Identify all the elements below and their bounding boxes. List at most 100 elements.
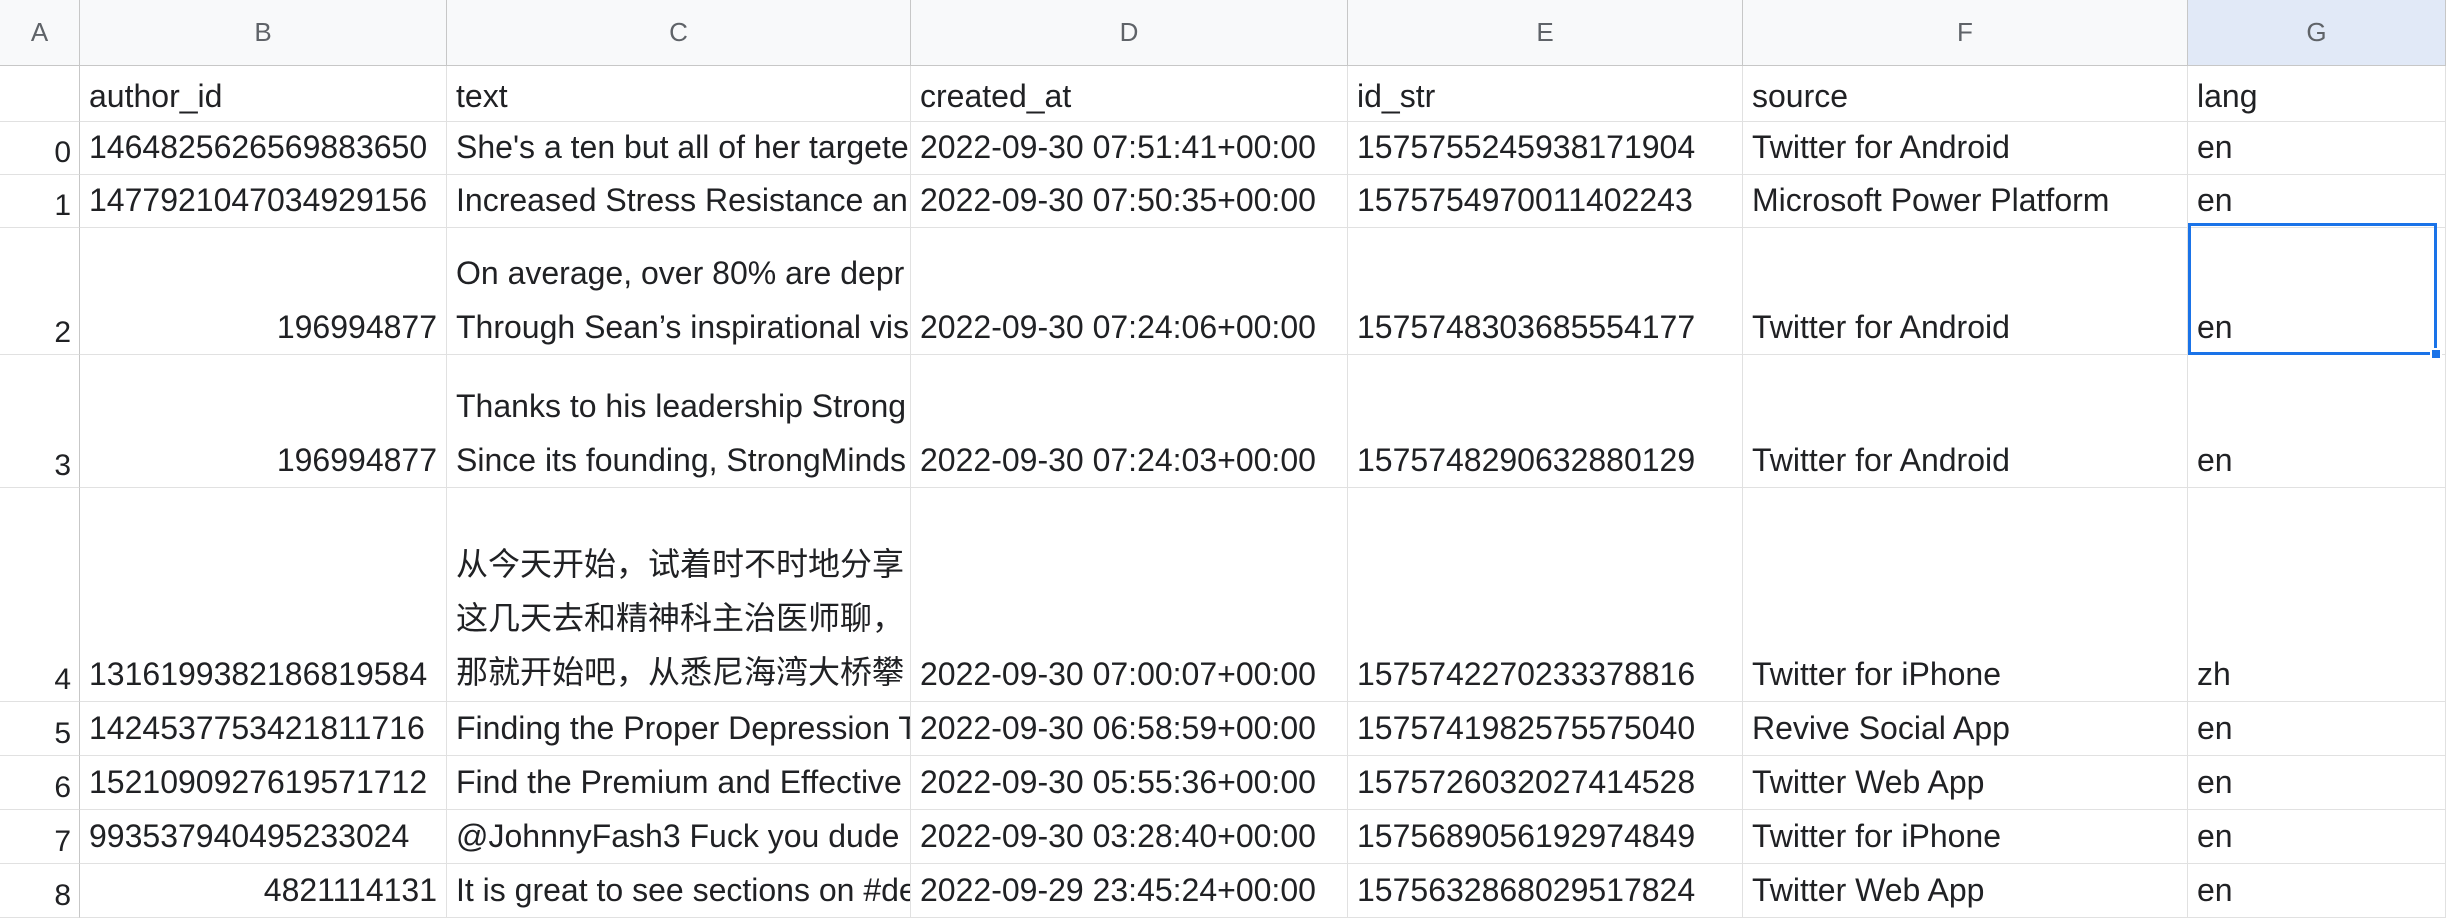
column-name-text: created_at: [920, 78, 1072, 114]
text-line: Through Sean’s inspirational vis: [456, 309, 909, 345]
cell-lang[interactable]: en: [2188, 355, 2446, 488]
cell-created-at[interactable]: 2022-09-29 23:45:24+00:00: [911, 864, 1348, 918]
column-name-text: id_str: [1357, 78, 1436, 114]
cell-author-id[interactable]: 1464825626569883650: [80, 122, 447, 175]
cell-id-str[interactable]: 1575755245938171904: [1348, 122, 1743, 175]
cell-source[interactable]: Twitter for Android: [1743, 355, 2188, 488]
cell-author-id[interactable]: 1424537753421811716: [80, 702, 447, 756]
column-name-created-at[interactable]: created_at: [911, 66, 1348, 122]
cell-value: en: [2197, 129, 2233, 165]
cell-value: Twitter for iPhone: [1752, 818, 2001, 854]
row-header[interactable]: 5: [0, 702, 80, 756]
text-line: @JohnnyFash3 Fuck you dude: [456, 818, 900, 854]
column-header-e[interactable]: E: [1348, 0, 1743, 66]
cell-author-id[interactable]: 196994877: [80, 355, 447, 488]
cell-lang[interactable]: zh: [2188, 488, 2446, 702]
cell-value: 1575726032027414528: [1357, 764, 1696, 800]
cell-lang[interactable]: en: [2188, 810, 2446, 864]
cell-source[interactable]: Twitter Web App: [1743, 756, 2188, 810]
cell-lang[interactable]: en: [2188, 756, 2446, 810]
cell-text[interactable]: Increased Stress Resistance an: [447, 175, 911, 228]
row-header[interactable]: 2: [0, 228, 80, 355]
cell-value: 1575748290632880129: [1357, 442, 1696, 478]
column-name-author-id[interactable]: author_id: [80, 66, 447, 122]
fill-handle[interactable]: [2430, 348, 2442, 360]
row-header[interactable]: 7: [0, 810, 80, 864]
cell-id-str[interactable]: 1575632868029517824: [1348, 864, 1743, 918]
cell-source[interactable]: Twitter for Android: [1743, 122, 2188, 175]
cell-value: 1575754970011402243: [1357, 182, 1693, 218]
cell-value: 2022-09-30 03:28:40+00:00: [920, 818, 1316, 854]
cell-author-id[interactable]: 1521090927619571712: [80, 756, 447, 810]
row-header[interactable]: 0: [0, 122, 80, 175]
row-header[interactable]: 1: [0, 175, 80, 228]
cell-id-str[interactable]: 1575689056192974849: [1348, 810, 1743, 864]
cell-created-at[interactable]: 2022-09-30 07:24:03+00:00: [911, 355, 1348, 488]
cell-text[interactable]: She's a ten but all of her targete: [447, 122, 911, 175]
column-header-f[interactable]: F: [1743, 0, 2188, 66]
cell-source[interactable]: Twitter for iPhone: [1743, 810, 2188, 864]
cell-author-id[interactable]: 4821114131: [80, 864, 447, 918]
cell-created-at[interactable]: 2022-09-30 03:28:40+00:00: [911, 810, 1348, 864]
cell-author-id[interactable]: 1316199382186819584: [80, 488, 447, 702]
cell-id-str[interactable]: 1575726032027414528: [1348, 756, 1743, 810]
cell-text[interactable]: Thanks to his leadership Strong Since its…: [447, 355, 911, 488]
cell-value: Twitter for Android: [1752, 129, 2010, 165]
cell-author-id[interactable]: 1477921047034929156: [80, 175, 447, 228]
text-line: Since its founding, StrongMinds: [456, 442, 907, 478]
cell-id-str[interactable]: 1575742270233378816: [1348, 488, 1743, 702]
cell-created-at[interactable]: 2022-09-30 07:00:07+00:00: [911, 488, 1348, 702]
cell-id-str[interactable]: 1575754970011402243: [1348, 175, 1743, 228]
column-header-b[interactable]: B: [80, 0, 447, 66]
column-header-c[interactable]: C: [447, 0, 911, 66]
column-name-source[interactable]: source: [1743, 66, 2188, 122]
cell-value: 1575741982575575040: [1357, 710, 1696, 746]
cell-created-at[interactable]: 2022-09-30 05:55:36+00:00: [911, 756, 1348, 810]
cell-lang[interactable]: en: [2188, 702, 2446, 756]
cell-created-at[interactable]: 2022-09-30 06:58:59+00:00: [911, 702, 1348, 756]
cell-author-id[interactable]: 993537940495233024: [80, 810, 447, 864]
cell-id-str[interactable]: 1575748303685554177: [1348, 228, 1743, 355]
cell-value: 2022-09-30 07:24:06+00:00: [920, 309, 1316, 345]
cell-lang[interactable]: en: [2188, 228, 2446, 355]
row-header[interactable]: 6: [0, 756, 80, 810]
cell-id-str[interactable]: 1575748290632880129: [1348, 355, 1743, 488]
cell-text[interactable]: On average, over 80% are depr Through Sea…: [447, 228, 911, 355]
cell-author-id[interactable]: 196994877: [80, 228, 447, 355]
cell-text[interactable]: Find the Premium and Effective: [447, 756, 911, 810]
cell-value: 1575742270233378816: [1357, 656, 1696, 692]
column-name-id-str[interactable]: id_str: [1348, 66, 1743, 122]
cell-value: 1424537753421811716: [89, 710, 425, 746]
cell-text[interactable]: It is great to see sections on #de: [447, 864, 911, 918]
row-header[interactable]: 3: [0, 355, 80, 488]
cell-source[interactable]: Revive Social App: [1743, 702, 2188, 756]
cell-source[interactable]: Twitter for iPhone: [1743, 488, 2188, 702]
text-line: Increased Stress Resistance an: [456, 182, 908, 218]
row-header[interactable]: 4: [0, 488, 80, 702]
cell-value: zh: [2197, 656, 2231, 692]
cell-text[interactable]: Finding the Proper Depression T: [447, 702, 911, 756]
text-line: Finding the Proper Depression T: [456, 710, 911, 746]
cell-created-at[interactable]: 2022-09-30 07:50:35+00:00: [911, 175, 1348, 228]
cell-created-at[interactable]: 2022-09-30 07:51:41+00:00: [911, 122, 1348, 175]
cell-lang[interactable]: en: [2188, 122, 2446, 175]
row-header-blank[interactable]: [0, 66, 80, 122]
column-name-text: text: [456, 78, 508, 114]
cell-text[interactable]: 从今天开始，试着时不时地分享 这几天去和精神科主治医师聊， 那就开始吧，从悉尼海湾大…: [447, 488, 911, 702]
cell-source[interactable]: Twitter Web App: [1743, 864, 2188, 918]
row-header[interactable]: 8: [0, 864, 80, 918]
column-name-text[interactable]: text: [447, 66, 911, 122]
column-header-d[interactable]: D: [911, 0, 1348, 66]
column-name-text: author_id: [89, 78, 223, 114]
cell-source[interactable]: Twitter for Android: [1743, 228, 2188, 355]
cell-text[interactable]: @JohnnyFash3 Fuck you dude: [447, 810, 911, 864]
cell-created-at[interactable]: 2022-09-30 07:24:06+00:00: [911, 228, 1348, 355]
cell-id-str[interactable]: 1575741982575575040: [1348, 702, 1743, 756]
cell-lang[interactable]: en: [2188, 864, 2446, 918]
column-name-lang[interactable]: lang: [2188, 66, 2446, 122]
column-name-text: lang: [2197, 78, 2258, 114]
cell-source[interactable]: Microsoft Power Platform: [1743, 175, 2188, 228]
column-header-a[interactable]: A: [0, 0, 80, 66]
cell-lang[interactable]: en: [2188, 175, 2446, 228]
column-header-g[interactable]: G: [2188, 0, 2446, 66]
